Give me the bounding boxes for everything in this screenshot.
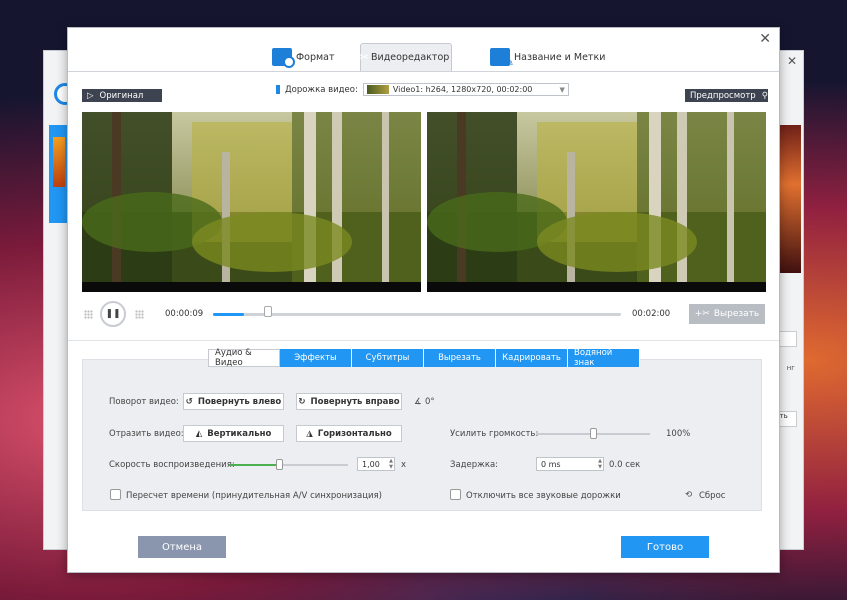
seek-handle[interactable]	[263, 306, 272, 317]
speed-unit: x	[401, 460, 407, 470]
speed-input[interactable]: 1,00 ▲ ▼	[357, 457, 395, 471]
video-track-label: Дорожка видео:	[285, 84, 358, 95]
tab-cut[interactable]: Вырезать	[424, 349, 496, 367]
speed-fill	[229, 464, 279, 466]
tab-subtitles[interactable]: Субтитры	[352, 349, 424, 367]
flip-vertical-button[interactable]: ◭ Вертикально	[183, 425, 284, 442]
grip-icon[interactable]	[135, 310, 144, 319]
cut-button[interactable]: +✂ Вырезать	[689, 304, 765, 324]
dialog-tabs: Формат Видеоредактор Название и Метки	[68, 43, 779, 71]
section-divider	[68, 340, 779, 341]
track-thumbnail	[366, 85, 389, 94]
tab-format[interactable]: Формат	[266, 43, 341, 71]
play-icon: ▷	[87, 90, 94, 101]
total-time: 00:02:00	[632, 309, 671, 319]
tab-effects[interactable]: Эффекты	[280, 349, 352, 367]
close-icon[interactable]: ✕	[787, 54, 797, 68]
reset-icon[interactable]: ⟲	[685, 490, 692, 500]
speed-value: 1,00	[362, 459, 380, 469]
flip-vertical-label: Вертикально	[207, 428, 272, 439]
delay-value: 0 ms	[541, 459, 561, 469]
rotate-right-button[interactable]: ↻ Повернуть вправо	[296, 393, 402, 410]
delay-label: Задержка:	[450, 460, 499, 470]
tab-label: Название и Метки	[514, 51, 606, 63]
tab-label: Формат	[296, 51, 335, 63]
volume-value: 100%	[666, 429, 691, 439]
background-sidebar	[49, 125, 69, 223]
rotate-left-button[interactable]: ↺ Повернуть влево	[183, 393, 284, 410]
video-track-row: Дорожка видео: Video1: h264, 1280x720, 0…	[276, 83, 569, 96]
settings-tabs: Аудио & Видео Эффекты Субтитры Вырезать …	[208, 348, 640, 368]
original-video	[82, 112, 421, 292]
tab-crop[interactable]: Кадрировать	[496, 349, 568, 367]
done-button[interactable]: Готово	[621, 536, 709, 558]
scissors-icon: +✂	[694, 309, 710, 319]
flip-vertical-icon: ◭	[195, 428, 203, 439]
preview-header[interactable]: Предпросмотр ⚲	[685, 89, 768, 102]
search-icon: ⚲	[761, 90, 768, 101]
rotate-right-icon: ↻	[298, 396, 306, 407]
video-editor-dialog: ✕ Формат Видеоредактор Название и Метки …	[67, 27, 780, 573]
speed-handle[interactable]	[275, 459, 283, 470]
format-icon	[272, 48, 295, 68]
tab-video-editor[interactable]: Видеоредактор	[359, 43, 452, 71]
original-header: ▷ Оригинал	[82, 89, 162, 102]
delay-input[interactable]: 0 ms ▲ ▼	[536, 457, 604, 471]
seek-bar[interactable]	[213, 306, 621, 317]
recalc-label: Пересчет времени (принудительная A/V син…	[126, 491, 382, 501]
background-text: нг	[786, 364, 795, 372]
rotate-label: Поворот видео:	[109, 397, 179, 407]
rotate-left-label: Повернуть влево	[197, 396, 282, 407]
volume-label: Усилить громкость:	[450, 429, 539, 439]
speed-slider[interactable]	[229, 459, 348, 470]
thumbnail-image	[53, 137, 65, 187]
cancel-button[interactable]: Отмена	[138, 536, 226, 558]
grip-icon[interactable]	[84, 310, 93, 319]
tab-watermark[interactable]: Водяной знак	[568, 348, 640, 368]
current-time: 00:00:09	[165, 309, 204, 319]
tab-title-tags[interactable]: Название и Метки	[484, 43, 611, 71]
video-track-value: Video1: h264, 1280x720, 00:02:00	[392, 85, 533, 94]
preview-video	[427, 112, 766, 292]
seek-progress	[213, 313, 244, 316]
reset-button[interactable]: Сброс	[699, 491, 725, 501]
delay-seconds: 0.0 сек	[609, 460, 641, 470]
mute-checkbox[interactable]	[450, 489, 461, 500]
rotate-right-label: Повернуть вправо	[310, 396, 400, 407]
spinner-arrows-icon[interactable]: ▲ ▼	[598, 458, 602, 470]
recalc-checkbox[interactable]	[110, 489, 121, 500]
mute-label: Отключить все звуковые дорожки	[466, 491, 621, 501]
tab-label: Видеоредактор	[371, 52, 450, 63]
volume-slider[interactable]	[536, 428, 650, 439]
track-marker	[276, 85, 280, 94]
cut-label: Вырезать	[713, 309, 760, 319]
tab-audio-video[interactable]: Аудио & Видео	[208, 348, 280, 368]
playback-controls: ❚❚ 00:00:09 00:02:00 +✂ Вырезать	[68, 300, 779, 328]
volume-handle[interactable]	[590, 428, 597, 439]
pause-button[interactable]: ❚❚	[100, 301, 126, 327]
flip-label: Отразить видео:	[109, 429, 184, 439]
chevron-down-icon: ▼	[559, 85, 565, 94]
rotate-left-icon: ↺	[185, 396, 193, 407]
tab-divider	[68, 71, 779, 72]
tag-edit-icon	[490, 48, 514, 69]
flip-horizontal-label: Горизонтально	[317, 428, 392, 439]
angle-icon: ∡	[414, 397, 422, 407]
flip-horizontal-icon: ◮	[306, 428, 313, 439]
rotate-angle: 0°	[425, 397, 435, 407]
speed-label: Скорость воспроизведения:	[109, 460, 235, 470]
video-track-select[interactable]: Video1: h264, 1280x720, 00:02:00 ▼	[362, 83, 569, 96]
original-label: Оригинал	[99, 90, 144, 101]
preview-label: Предпросмотр	[690, 90, 756, 101]
flip-horizontal-button[interactable]: ◮ Горизонтально	[296, 425, 402, 442]
spinner-arrows-icon[interactable]: ▲ ▼	[389, 458, 393, 470]
